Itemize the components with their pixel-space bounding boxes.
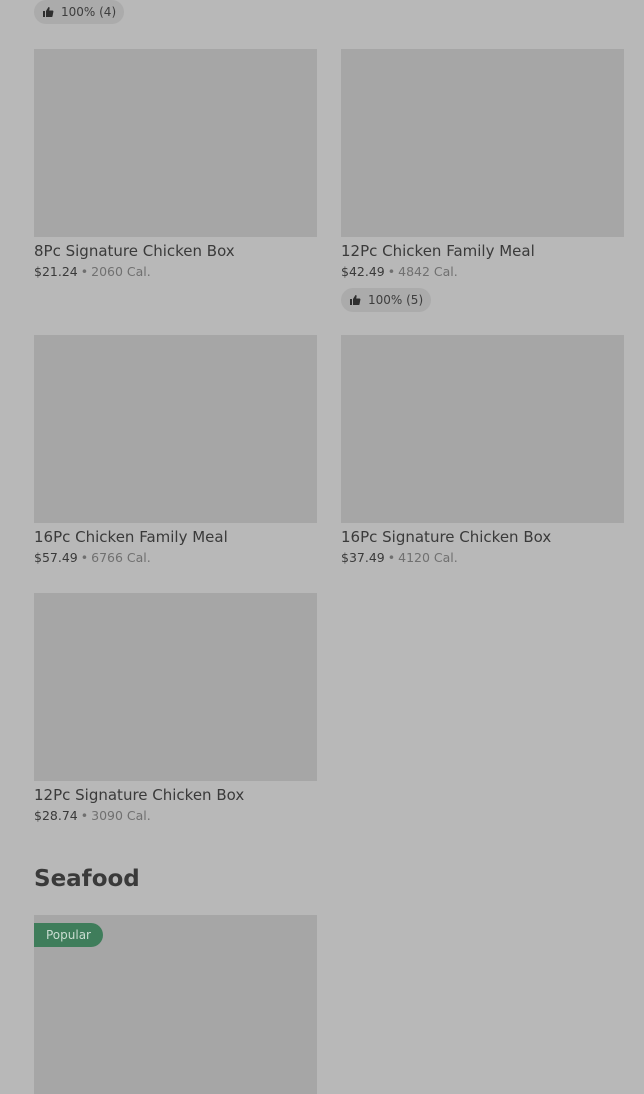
rating-pill: 100% (4) [34,0,125,24]
item-image[interactable] [341,49,624,237]
item-calories: 3090 Cal. [91,808,151,823]
item-title: 12Pc Chicken Family Meal [341,242,535,260]
menu-item-card[interactable]: 16Pc Chicken Family Meal $57.49 • 6766 Cal… [34,335,317,566]
separator: • [387,264,396,279]
separator: • [80,550,89,565]
item-title: 16Pc Chicken Family Meal [34,528,228,546]
item-meta: $42.49 • 4842 Cal. [341,264,624,280]
section-title: Seafood [34,866,140,892]
item-calories: 4120 Cal. [398,550,458,565]
item-meta: $57.49 • 6766 Cal. [34,550,317,566]
item-calories: 6766 Cal. [91,550,151,565]
item-price: $37.49 [341,550,385,565]
item-image[interactable]: Popular [34,915,317,1094]
popular-badge: Popular [34,923,103,947]
menu-item-card[interactable]: 12Pc Chicken Family Meal $42.49 • 4842 Cal… [341,49,624,312]
menu-item-card[interactable]: 12Pc Signature Chicken Box $28.74 • 3090 C… [34,593,317,824]
menu-item-card[interactable]: 16Pc Signature Chicken Box $37.49 • 4120 C… [341,335,624,566]
item-title: 12Pc Signature Chicken Box [34,786,245,804]
item-meta: $21.24 • 2060 Cal. [34,264,317,280]
item-image[interactable] [341,335,624,523]
item-image[interactable] [34,593,317,781]
separator: • [80,808,89,823]
item-image[interactable] [34,49,317,237]
item-image[interactable] [34,335,317,523]
menu-item-card[interactable]: 8Pc Signature Chicken Box $21.24 • 2060 Ca… [34,49,317,280]
separator: • [387,550,396,565]
thumbs-up-icon [350,295,361,305]
item-price: $21.24 [34,264,78,279]
rating-text: 100% (5) [368,293,424,307]
item-price: $28.74 [34,808,78,823]
item-calories: 4842 Cal. [398,264,458,279]
item-meta: $28.74 • 3090 Cal. [34,808,317,824]
item-calories: 2060 Cal. [91,264,151,279]
thumbs-up-icon [43,7,54,17]
item-price: $42.49 [341,264,385,279]
menu-item-card[interactable]: Popular [34,915,317,1094]
item-title: 16Pc Signature Chicken Box [341,528,552,546]
item-title: 8Pc Signature Chicken Box [34,242,235,260]
item-price: $57.49 [34,550,78,565]
rating-text: 100% (4) [61,5,117,19]
item-meta: $37.49 • 4120 Cal. [341,550,624,566]
separator: • [80,264,89,279]
rating-pill: 100% (5) [341,288,432,312]
